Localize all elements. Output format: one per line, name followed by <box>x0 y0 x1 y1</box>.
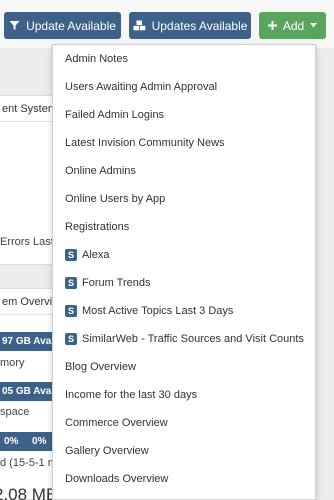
updates-available-label: Updates Available <box>151 18 248 33</box>
menu-item-forum-trends[interactable]: S Forum Trends <box>53 269 315 297</box>
memory-label: mory <box>0 357 25 369</box>
menu-item-similarweb[interactable]: S SimilarWeb - Traffic Sources and Visit… <box>53 325 315 353</box>
plus-icon <box>267 21 277 30</box>
menu-item-label: Online Users by App <box>65 193 166 205</box>
add-label: Add <box>282 18 305 33</box>
load-label: d (15-5-1 m <box>0 457 57 469</box>
size-value: 2.08 MB <box>0 485 58 500</box>
cpu-badge-1: 0% <box>4 436 19 447</box>
menu-item-downloads-overview[interactable]: Downloads Overview <box>53 465 315 493</box>
add-dropdown-menu: Admin Notes Users Awaiting Admin Approva… <box>52 44 316 500</box>
menu-item-label: Downloads Overview <box>65 473 169 485</box>
disk-label: space <box>0 406 30 418</box>
menu-item-label: Income for the last 30 days <box>65 389 198 401</box>
menu-item-gallery-overview[interactable]: Gallery Overview <box>53 437 315 465</box>
s-badge-icon: S <box>65 305 77 317</box>
updates-available-button[interactable]: Updates Available <box>129 12 251 39</box>
menu-item-label: Forum Trends <box>82 277 151 289</box>
menu-item-admin-notes[interactable]: Admin Notes <box>53 45 315 73</box>
menu-item-label: Alexa <box>82 249 110 261</box>
cpu-badges: 0% 0% <box>0 432 52 451</box>
menu-item-failed-admin-logins[interactable]: Failed Admin Logins <box>53 101 315 129</box>
menu-item-latest-news[interactable]: Latest Invision Community News <box>53 129 315 157</box>
menu-item-online-users-by-app[interactable]: Online Users by App <box>53 185 315 213</box>
caret-down-icon <box>310 23 318 28</box>
cpu-badge-2: 0% <box>32 436 47 447</box>
menu-item-label: Latest Invision Community News <box>65 137 225 149</box>
filter-icon <box>9 20 20 31</box>
disk-badge: 05 GB Avail <box>0 382 52 401</box>
menu-item-most-active-topics[interactable]: S Most Active Topics Last 3 Days <box>53 297 315 325</box>
menu-item-label: Online Admins <box>65 165 136 177</box>
menu-item-blog-overview[interactable]: Blog Overview <box>53 353 315 381</box>
s-badge-icon: S <box>65 249 77 261</box>
s-badge-icon: S <box>65 277 77 289</box>
menu-item-label: Admin Notes <box>65 53 128 65</box>
update-available-label: Update Available <box>26 18 116 33</box>
s-badge-icon: S <box>65 333 77 345</box>
menu-item-registrations[interactable]: Registrations <box>53 213 315 241</box>
menu-item-label: Commerce Overview <box>65 417 168 429</box>
cubes-icon <box>133 20 146 31</box>
add-button[interactable]: Add <box>259 12 326 39</box>
menu-item-users-awaiting-approval[interactable]: Users Awaiting Admin Approval <box>53 73 315 101</box>
menu-item-online-admins[interactable]: Online Admins <box>53 157 315 185</box>
menu-item-label: Gallery Overview <box>65 445 149 457</box>
menu-item-label: SimilarWeb - Traffic Sources and Visit C… <box>82 333 304 345</box>
menu-item-label: Most Active Topics Last 3 Days <box>82 305 234 317</box>
menu-item-alexa[interactable]: S Alexa <box>53 241 315 269</box>
update-available-button[interactable]: Update Available <box>4 12 121 39</box>
toolbar: Update Available Updates Available Add <box>0 0 334 48</box>
menu-item-income-30-days[interactable]: Income for the last 30 days <box>53 381 315 409</box>
menu-item-label: Blog Overview <box>65 361 136 373</box>
menu-item-label: Failed Admin Logins <box>65 109 165 121</box>
menu-item-label: Users Awaiting Admin Approval <box>65 81 218 93</box>
memory-badge: 97 GB Avail <box>0 332 52 351</box>
menu-item-label: Registrations <box>65 221 130 233</box>
menu-item-commerce-overview[interactable]: Commerce Overview <box>53 409 315 437</box>
